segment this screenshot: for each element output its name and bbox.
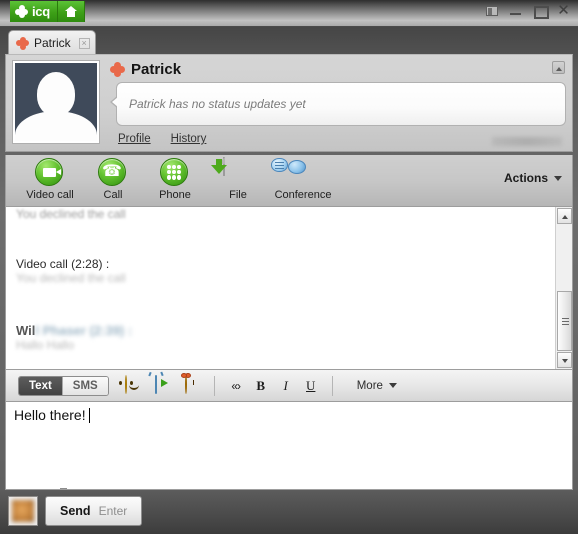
chat-bubbles-icon <box>271 158 318 188</box>
blurred-profile-tag <box>492 137 562 146</box>
phone-label: Phone <box>159 189 191 201</box>
bold-button[interactable]: B <box>250 375 272 396</box>
status-text: Patrick has no status updates yet <box>129 97 306 111</box>
italic-button[interactable]: I <box>275 375 297 396</box>
default-avatar-silhouette-icon <box>15 63 97 141</box>
insert-icons-group <box>118 373 204 395</box>
home-icon <box>64 6 77 17</box>
message-mode-toggle: Text SMS <box>18 375 109 396</box>
send-label: Send <box>60 504 91 518</box>
chevron-down-icon <box>388 383 397 388</box>
chat-history-panel: You declined the call Video call (2:28) … <box>5 207 573 370</box>
tab-close-icon[interactable]: × <box>78 37 90 49</box>
message-nick: Wil <box>16 323 36 338</box>
system-message-text: You declined the call <box>16 207 126 221</box>
message-input[interactable]: Hello there! <box>5 402 573 492</box>
list-item: Video call (2:28) : You declined the cal… <box>16 257 545 285</box>
file-download-icon <box>211 157 253 188</box>
video-call-label: Video call <box>26 189 74 201</box>
message-body: Hallo Hallo <box>16 338 75 352</box>
chevron-down-icon <box>554 175 562 181</box>
status-bubble[interactable]: Patrick has no status updates yet <box>110 82 566 126</box>
message-nick-line: Wil l Phaser (2:39) : <box>16 323 545 338</box>
more-menu-button[interactable]: More <box>357 380 397 392</box>
contact-name-row: Patrick <box>110 61 181 78</box>
contact-flower-icon <box>110 62 125 77</box>
underline-button[interactable]: U <box>300 375 322 396</box>
maximize-icon[interactable] <box>533 4 549 19</box>
contact-status-flower-icon <box>16 36 29 50</box>
bottom-bar: Send Enter <box>0 490 578 534</box>
collapse-panel-icon[interactable] <box>552 61 565 74</box>
contact-profile-panel: Patrick Patrick has no status updates ye… <box>5 54 573 152</box>
call-event-body: You declined the call <box>16 271 126 285</box>
avatar[interactable] <box>12 60 100 144</box>
chat-history-list[interactable]: You declined the call Video call (2:28) … <box>6 207 555 369</box>
page-title: Patrick <box>131 61 182 78</box>
text-caret <box>88 408 90 423</box>
icq-logo-button[interactable]: icq <box>10 1 58 22</box>
message-nick-blurred: l Phaser (2:39) : <box>35 323 133 338</box>
message-input-value: Hello there! <box>14 407 86 423</box>
video-camera-icon <box>35 158 65 188</box>
window-controls: ✕ <box>486 3 570 19</box>
scroll-up-arrow-icon[interactable] <box>557 208 572 224</box>
video-sticker-icon[interactable] <box>154 375 174 395</box>
send-button[interactable]: Send Enter <box>45 496 143 526</box>
toolbar-divider <box>331 375 333 396</box>
tab-patrick[interactable]: Patrick × <box>8 30 96 55</box>
format-toolbar: Text SMS «› B I U More <box>5 370 573 402</box>
file-label: File <box>229 189 247 201</box>
quote-button[interactable]: «› <box>225 375 247 396</box>
conference-label: Conference <box>274 189 332 201</box>
text-style-buttons: «› B I U <box>225 375 322 396</box>
send-shortcut-hint: Enter <box>98 504 128 518</box>
home-button[interactable] <box>57 1 85 22</box>
tab-label: Patrick <box>34 36 71 50</box>
icq-logo-text: icq <box>32 4 50 19</box>
restore-small-icon[interactable] <box>486 5 498 16</box>
toolbar-divider <box>213 375 215 396</box>
file-button[interactable]: File <box>204 157 272 205</box>
action-toolbar: Video call ☎ Call Phone File Conference … <box>5 155 573 207</box>
list-item: Wil l Phaser (2:39) : Hallo Hallo <box>16 323 545 352</box>
tab-sms[interactable]: SMS <box>61 376 108 395</box>
actions-label: Actions <box>503 171 548 185</box>
phone-button[interactable]: Phone <box>141 158 209 205</box>
minimize-icon[interactable] <box>509 4 522 17</box>
scroll-down-arrow-icon[interactable] <box>557 352 572 368</box>
tab-strip: Patrick × <box>0 27 578 55</box>
profile-link[interactable]: Profile <box>118 133 151 145</box>
alarm-clock-icon[interactable] <box>180 373 204 395</box>
history-link[interactable]: History <box>171 133 207 145</box>
smiley-icon[interactable] <box>118 375 144 395</box>
call-button[interactable]: ☎ Call <box>79 158 147 205</box>
icq-flower-icon <box>15 5 28 18</box>
user-avatar-thumbnail[interactable] <box>8 496 38 526</box>
actions-menu-button[interactable]: Actions <box>504 171 562 185</box>
call-event-header: Video call (2:28) : <box>16 257 110 271</box>
list-item: You declined the call <box>16 207 545 221</box>
title-bar: icq ✕ <box>0 0 578 27</box>
scrollbar-thumb[interactable] <box>557 291 572 351</box>
call-label: Call <box>103 189 123 201</box>
profile-links: Profile History <box>118 133 206 145</box>
logo-group: icq <box>10 1 85 22</box>
chat-scrollbar[interactable] <box>555 207 572 369</box>
conference-button[interactable]: Conference <box>263 158 343 205</box>
more-label: More <box>356 379 383 392</box>
phone-handset-icon: ☎ <box>98 158 128 188</box>
tab-text[interactable]: Text <box>19 376 62 395</box>
icq-chat-window: icq ✕ Patrick × Patrick Patrick has no s… <box>0 0 578 534</box>
close-icon[interactable]: ✕ <box>557 3 570 18</box>
keypad-icon <box>160 158 190 188</box>
video-call-button[interactable]: Video call <box>16 158 84 205</box>
